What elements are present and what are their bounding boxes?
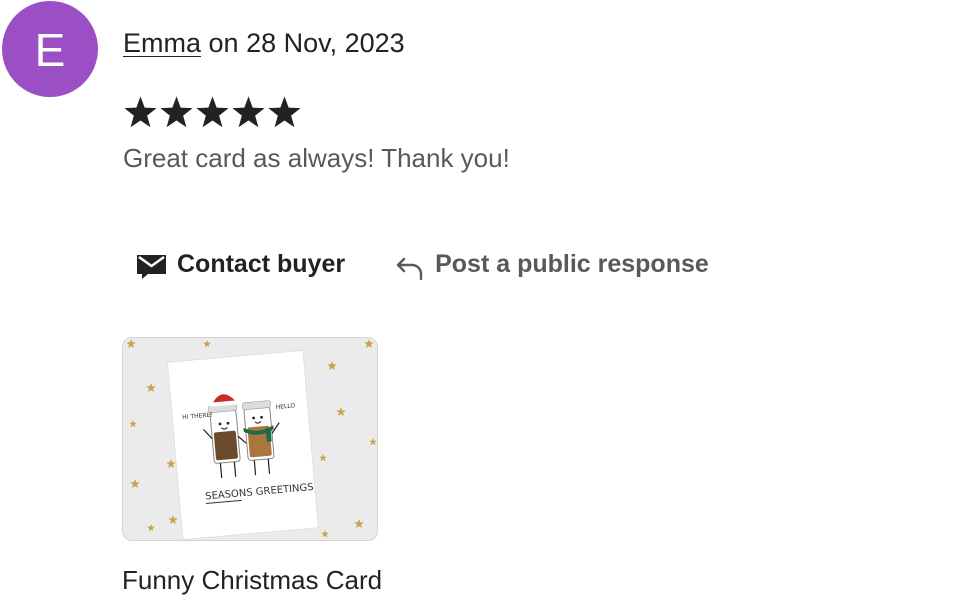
avatar[interactable]: E <box>2 1 98 97</box>
avatar-initial: E <box>34 24 66 76</box>
star-icon <box>232 96 265 128</box>
contact-buyer-button[interactable]: Contact buyer <box>136 248 345 280</box>
star-icon <box>124 96 157 128</box>
star-icon <box>268 96 301 128</box>
star-rating <box>123 95 302 130</box>
listing-title-link[interactable]: Funny Christmas Card <box>122 563 382 597</box>
reply-arrow-icon <box>395 256 425 280</box>
author-link[interactable]: Emma <box>123 28 201 58</box>
christmas-card-image: HI THERE! HELLO SEASONS GREETINGS <box>123 338 377 540</box>
review-text: Great card as always! Thank you! <box>123 143 510 173</box>
envelope-icon <box>136 254 167 280</box>
review-byline: Emma on 28 Nov, 2023 <box>123 26 405 60</box>
review-card: E Emma on 28 Nov, 2023 Great card as alw… <box>0 0 964 604</box>
review-date: 28 Nov, 2023 <box>246 28 405 58</box>
listing-thumbnail[interactable]: HI THERE! HELLO SEASONS GREETINGS <box>122 337 378 541</box>
contact-buyer-label: Contact buyer <box>177 249 346 278</box>
star-icon <box>160 96 193 128</box>
post-public-response-label: Post a public response <box>435 249 709 278</box>
review-actions: Contact buyer Post a public response <box>136 246 709 282</box>
card-face: HI THERE! HELLO SEASONS GREETINGS <box>166 349 319 540</box>
date-prefix: on <box>201 28 247 58</box>
post-public-response-button[interactable]: Post a public response <box>395 248 709 280</box>
star-icon <box>196 96 229 128</box>
